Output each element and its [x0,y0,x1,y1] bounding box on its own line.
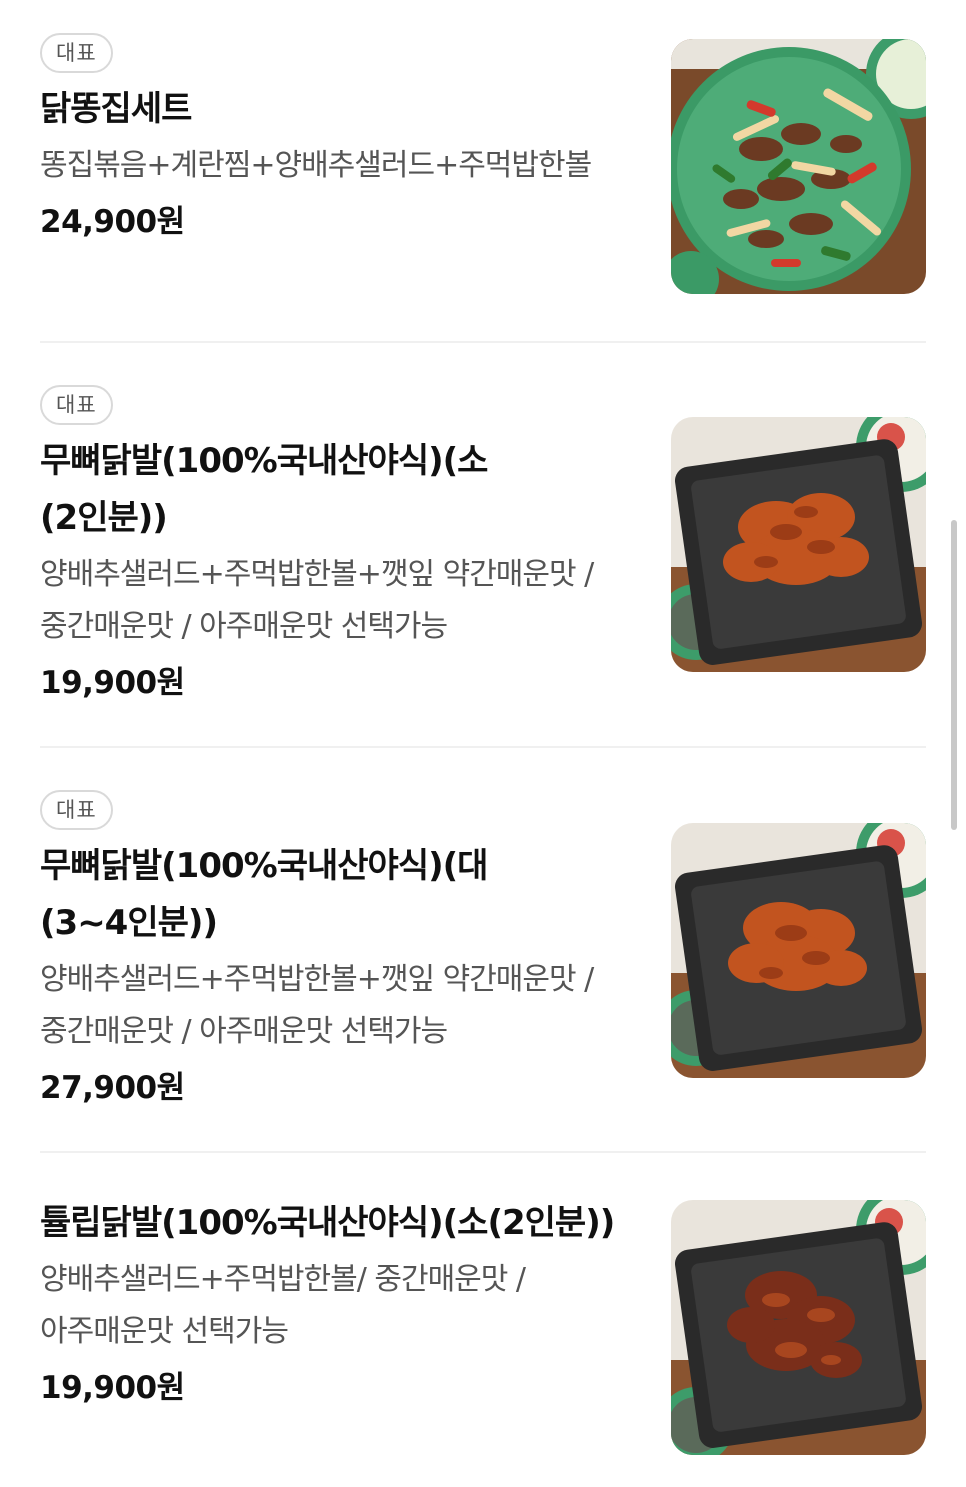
item-divider [40,1151,926,1153]
menu-item-info: 대표 닭똥집세트 똥집볶음+계란찜+양배추샐러드+주먹밥한볼 24,900원 [40,33,640,248]
menu-item-name: 튤립닭발(100%국내산야식)(소(2인분)) [40,1203,615,1243]
signature-badge: 대표 [40,385,113,425]
menu-item-price: 27,900원 [40,1070,185,1106]
menu-item-name: 무뼈닭발(100%국내산야식)(대 (3~4인분)) [40,846,488,943]
item-divider [40,746,926,748]
menu-item-description: 양배추샐러드+주먹밥한볼+깻잎 약간매운맛 / 중간매운맛 / 아주매운맛 선택… [40,557,594,644]
menu-item-boneless-feet-small[interactable]: 대표 무뼈닭발(100%국내산야식)(소 (2인분)) 양배추샐러드+주먹밥한볼… [40,385,926,705]
menu-item-photo-stirfry[interactable] [671,39,926,294]
tulip-feet-dish-illustration [671,1200,926,1455]
grilled-feet-dish-illustration [671,823,926,1078]
menu-item-photo-boneless-feet[interactable] [671,823,926,1078]
scrollbar[interactable] [951,520,957,830]
menu-item-description: 양배추샐러드+주먹밥한볼/ 중간매운맛 / 아주매운맛 선택가능 [40,1262,526,1349]
menu-item-tulip-feet-small[interactable]: 튤립닭발(100%국내산야식)(소(2인분)) 양배추샐러드+주먹밥한볼/ 중간… [40,1195,926,1485]
menu-item-description: 양배추샐러드+주먹밥한볼+깻잎 약간매운맛 / 중간매운맛 / 아주매운맛 선택… [40,962,594,1049]
menu-item-name: 닭똥집세트 [40,89,192,129]
menu-item-info: 대표 무뼈닭발(100%국내산야식)(소 (2인분)) 양배추샐러드+주먹밥한볼… [40,385,640,709]
menu-item-price: 24,900원 [40,204,185,240]
grilled-feet-dish-illustration [671,417,926,672]
menu-item-name: 무뼈닭발(100%국내산야식)(소 (2인분)) [40,441,488,538]
menu-item-price: 19,900원 [40,665,185,701]
menu-item-info: 튤립닭발(100%국내산야식)(소(2인분)) 양배추샐러드+주먹밥한볼/ 중간… [40,1195,640,1414]
menu-item-description: 똥집볶음+계란찜+양배추샐러드+주먹밥한볼 [40,148,592,183]
signature-badge: 대표 [40,33,113,73]
menu-item-boneless-feet-large[interactable]: 대표 무뼈닭발(100%국내산야식)(대 (3~4인분)) 양배추샐러드+주먹밥… [40,790,926,1110]
signature-badge: 대표 [40,790,113,830]
menu-item-dakttongjip-set[interactable]: 대표 닭똥집세트 똥집볶음+계란찜+양배추샐러드+주먹밥한볼 24,900원 [40,33,926,303]
stirfry-dish-illustration [671,39,926,294]
menu-item-photo-tulip-feet[interactable] [671,1200,926,1455]
menu-item-price: 19,900원 [40,1370,185,1406]
menu-list: 대표 닭똥집세트 똥집볶음+계란찜+양배추샐러드+주먹밥한볼 24,900원 대… [0,0,966,1487]
item-divider [40,341,926,343]
menu-item-photo-boneless-feet[interactable] [671,417,926,672]
menu-item-info: 대표 무뼈닭발(100%국내산야식)(대 (3~4인분)) 양배추샐러드+주먹밥… [40,790,640,1114]
